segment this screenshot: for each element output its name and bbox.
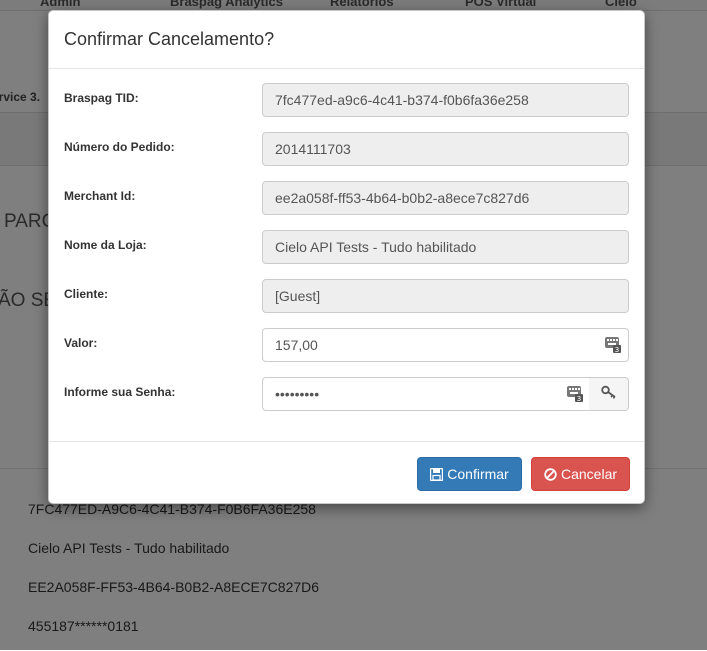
key-icon	[600, 385, 617, 404]
cliente-field: [Guest]	[262, 279, 629, 313]
cancel-button-label: Cancelar	[560, 466, 618, 482]
cancel-confirmation-dialog: Confirmar Cancelamento? Braspag TID: 7fc…	[48, 10, 645, 504]
ban-icon	[544, 467, 557, 481]
merchant-id-field: ee2a058f-ff53-4b64-b0b2-a8ece7c827d6	[262, 181, 629, 215]
braspag-tid-field: 7fc477ed-a9c6-4c41-b374-f0b6fa36e258	[262, 83, 629, 117]
svg-text:3: 3	[615, 346, 619, 353]
form-row-valor: Valor: 157,00 3	[49, 328, 644, 362]
valor-input[interactable]: 157,00	[262, 328, 629, 362]
cliente-label: Cliente:	[64, 287, 109, 301]
form-row-braspag-tid: Braspag TID: 7fc477ed-a9c6-4c41-b374-f0b…	[49, 83, 644, 117]
show-password-button[interactable]	[589, 377, 629, 411]
nome-loja-field: Cielo API Tests - Tudo habilitado	[262, 230, 629, 264]
form-row-senha: Informe sua Senha: ••••••••• 3	[49, 377, 644, 411]
nome-loja-label: Nome da Loja:	[64, 238, 147, 252]
valor-label: Valor:	[64, 336, 98, 350]
modal-footer: Confirmar Cancelar	[49, 441, 644, 505]
confirm-button-label: Confirmar	[447, 466, 509, 482]
keyboard-icon[interactable]: 3	[567, 385, 583, 403]
braspag-tid-label: Braspag TID:	[64, 91, 139, 105]
form-row-numero-pedido: Número do Pedido: 2014111703	[49, 132, 644, 166]
merchant-id-label: Merchant Id:	[64, 189, 136, 203]
form-row-merchant-id: Merchant Id: ee2a058f-ff53-4b64-b0b2-a8e…	[49, 181, 644, 215]
form-row-cliente: Cliente: [Guest]	[49, 279, 644, 313]
svg-text:3: 3	[577, 395, 581, 402]
keyboard-icon[interactable]: 3	[605, 336, 621, 354]
password-input[interactable]: •••••••••	[262, 377, 590, 411]
cancel-button[interactable]: Cancelar	[531, 457, 630, 491]
numero-pedido-label: Número do Pedido:	[64, 140, 175, 154]
modal-title: Confirmar Cancelamento?	[64, 29, 275, 49]
modal-header: Confirmar Cancelamento?	[49, 11, 644, 69]
senha-label: Informe sua Senha:	[64, 385, 176, 399]
save-icon	[430, 467, 444, 481]
confirm-button[interactable]: Confirmar	[417, 457, 522, 491]
numero-pedido-field: 2014111703	[262, 132, 629, 166]
form-row-nome-loja: Nome da Loja: Cielo API Tests - Tudo hab…	[49, 230, 644, 264]
